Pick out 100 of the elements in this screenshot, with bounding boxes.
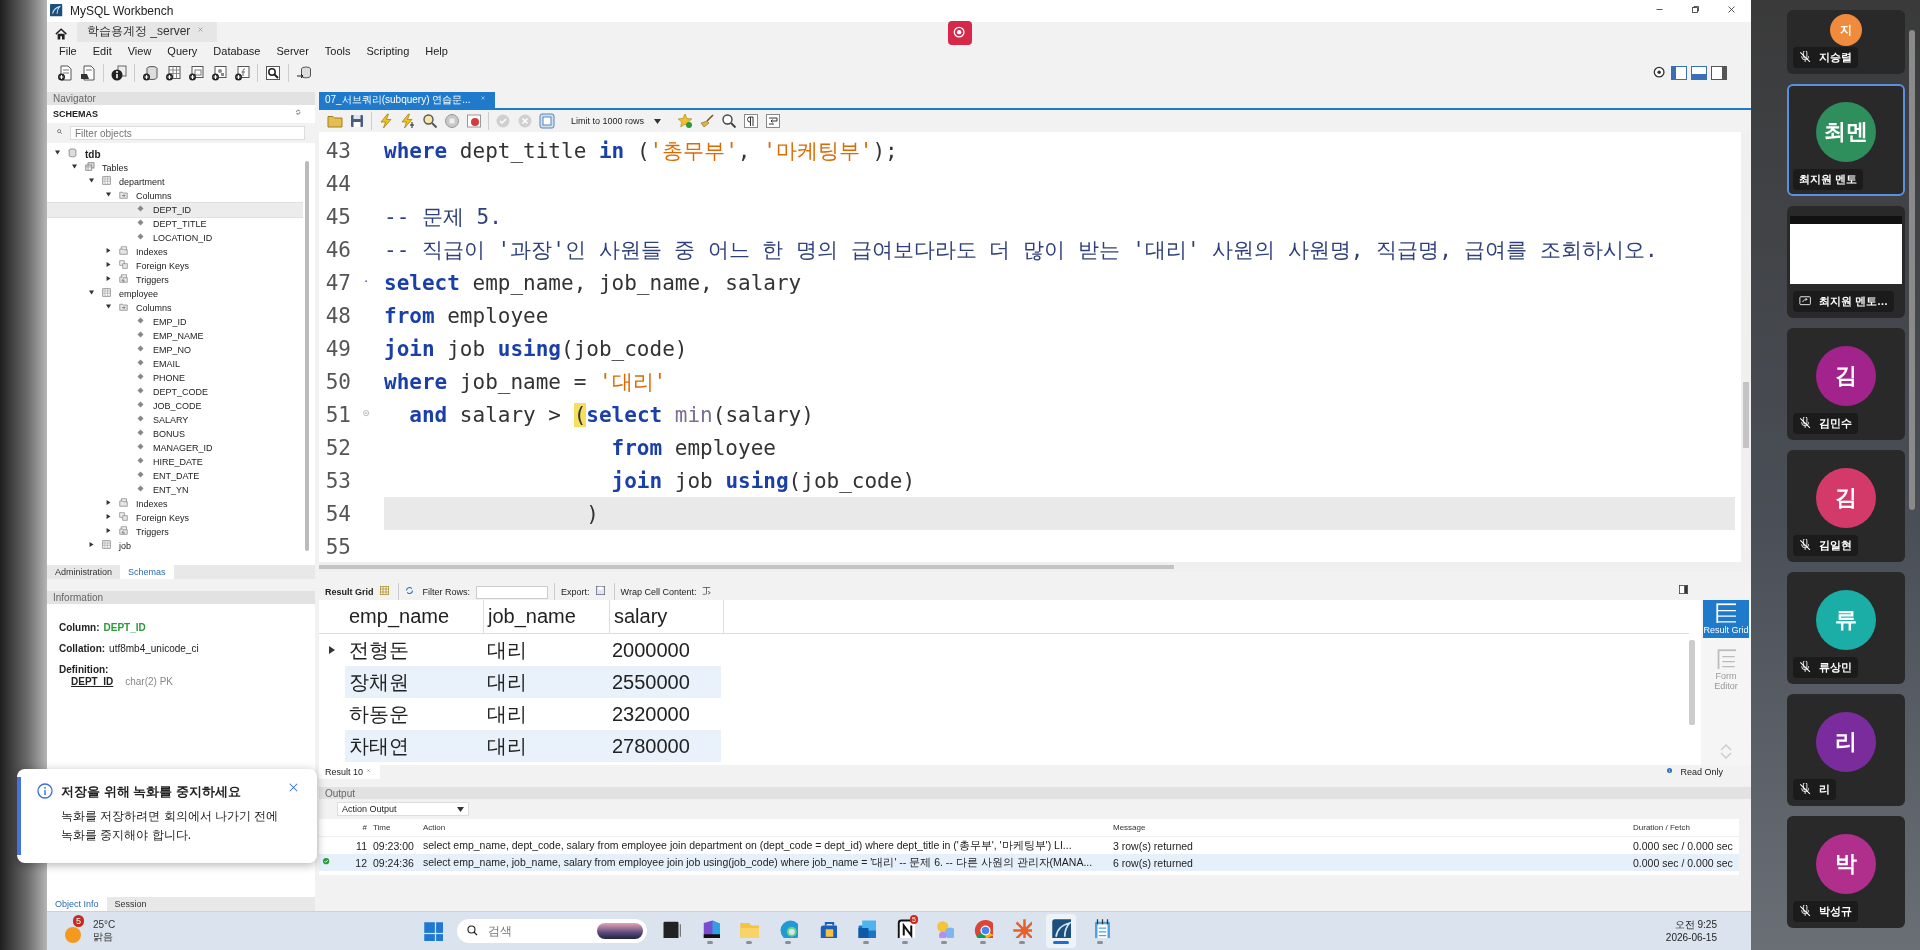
tree-item[interactable]: MANAGER_ID (47, 441, 303, 455)
gear-icon[interactable] (1653, 66, 1667, 80)
filter-rows-field[interactable] (476, 585, 549, 599)
tree-item[interactable]: tdb (47, 147, 303, 161)
tree-item[interactable]: HIRE_DATE (47, 455, 303, 469)
menu-item[interactable]: Scripting (364, 44, 412, 58)
shapes-plus-icon[interactable] (211, 65, 227, 81)
tree-item[interactable]: Tables (47, 161, 303, 175)
scrollbar[interactable] (1909, 30, 1915, 510)
tree-item[interactable]: BONUS (47, 427, 303, 441)
search-field[interactable]: 검색 (486, 923, 590, 939)
panel-tab[interactable]: Session (106, 897, 155, 911)
view-mode-button[interactable]: Result Grid (1703, 600, 1749, 638)
menu-item[interactable]: Tools (322, 44, 353, 58)
menu-item[interactable]: Help (423, 44, 450, 58)
pilcrow-icon[interactable] (743, 113, 760, 129)
tree-item[interactable]: SALARY (47, 413, 303, 427)
lightning-cursor-icon[interactable] (400, 113, 416, 129)
broom-icon[interactable] (699, 113, 716, 129)
tree-item[interactable]: JOB_CODE (47, 399, 303, 413)
grid-icon[interactable] (379, 586, 392, 598)
tree-item[interactable]: DEPT_TITLE (47, 217, 303, 231)
tree-item[interactable]: Triggers (47, 525, 303, 539)
output-row[interactable]: 12 09:24:36 select emp_name, job_name, salary from employee join job using(job_code) where job_name = '대리' -- 문제 6. -- 다른 사원의 관리자(MANA... 6 row(s) returned 0.000 sec / 0.000 sec (319, 854, 1739, 871)
tree-item[interactable]: ENT_DATE (47, 469, 303, 483)
tree-item[interactable]: department (47, 175, 303, 189)
search-bar[interactable]: 검색 (457, 919, 647, 943)
menu-item[interactable]: View (125, 44, 154, 58)
scrollbar[interactable] (1689, 640, 1695, 725)
info-icon[interactable] (111, 65, 127, 81)
tree-item[interactable]: employee (47, 287, 303, 301)
function-plus-icon[interactable] (234, 65, 250, 81)
output-row[interactable]: 11 09:23:00 select emp_name, dept_code, salary from employee join department on (dept_code = dept_id) where dept_title in ('총무부', '마케팅부') LI... 3 row(s) returned 0.000 sec / 0.000 sec (319, 837, 1739, 854)
participant-tile[interactable]: 김 김일현 (1787, 450, 1905, 562)
home-icon[interactable] (55, 28, 69, 42)
check-circle-icon[interactable] (495, 113, 511, 129)
menu-item[interactable]: File (57, 44, 79, 58)
panel-tab[interactable]: Administration (47, 565, 121, 579)
tree-item[interactable]: Triggers (47, 273, 303, 287)
tree-item[interactable]: Foreign Keys (47, 511, 303, 525)
right-panel-toggle-icon[interactable] (1711, 66, 1727, 80)
clock-date[interactable]: 2026-06-15 (1665, 931, 1717, 944)
database-plus-icon[interactable] (142, 65, 158, 81)
tree-item[interactable]: EMAIL (47, 357, 303, 371)
sidebar-toggle-icon[interactable] (1671, 66, 1687, 80)
lightning-icon[interactable] (378, 113, 394, 129)
menu-item[interactable]: Edit (90, 44, 114, 58)
search-icon[interactable] (265, 65, 281, 81)
participant-tile[interactable]: 최멘 최지원 멘토 (1787, 84, 1905, 196)
tree-item[interactable]: Columns (47, 189, 303, 203)
folder-icon[interactable] (327, 113, 343, 129)
bottom-panel-toggle-icon[interactable] (1691, 66, 1707, 80)
participant-tile[interactable]: 지 지승렬 (1787, 10, 1905, 74)
star-plus-icon[interactable] (677, 113, 694, 129)
menu-item[interactable]: Query (165, 44, 200, 58)
tree-item[interactable]: job (47, 539, 303, 553)
save-icon[interactable] (349, 113, 365, 129)
document-plus-icon[interactable] (57, 65, 73, 81)
column-header[interactable]: salary (610, 600, 724, 633)
tree-item[interactable]: EMP_NO (47, 343, 303, 357)
clock-time[interactable]: 오전 9:25 (1674, 918, 1717, 931)
tree-item[interactable]: DEPT_ID (47, 203, 303, 217)
magnifier-icon[interactable] (422, 113, 438, 129)
grid-toggle-icon[interactable] (539, 113, 555, 129)
limit-dropdown[interactable]: Limit to 1000 rows (567, 114, 666, 128)
notebook-icon[interactable] (895, 918, 915, 938)
dolphin-app-icon[interactable] (1051, 918, 1071, 938)
column-header[interactable]: job_name (484, 600, 610, 633)
window-plus-icon[interactable] (188, 65, 204, 81)
database-arrows-icon[interactable] (296, 65, 312, 81)
panel-tab[interactable]: Object Info (47, 897, 107, 911)
result-tab[interactable]: Result 10 (319, 765, 381, 779)
participant-tile[interactable]: 김 김민수 (1787, 328, 1905, 440)
filter-field[interactable]: Filter objects (70, 126, 305, 140)
column-header[interactable]: emp_name (345, 600, 484, 633)
connection-tab[interactable]: 학습용계정 _server (77, 21, 218, 42)
tree-item[interactable]: Columns (47, 301, 303, 315)
tree-item[interactable]: EMP_ID (47, 315, 303, 329)
record-button[interactable] (948, 21, 972, 45)
tree-item[interactable]: Foreign Keys (47, 259, 303, 273)
scrollbar[interactable] (305, 161, 309, 551)
starburst-icon[interactable] (1012, 918, 1032, 938)
search-icon[interactable] (721, 113, 738, 129)
wrap-lines-icon[interactable] (765, 113, 782, 129)
menu-item[interactable]: Database (211, 44, 263, 58)
panel-tab[interactable]: Schemas (120, 565, 174, 579)
output-mode-dropdown[interactable]: Action Output (337, 802, 469, 816)
windows-start-icon[interactable] (423, 921, 443, 941)
tree-item[interactable]: EMP_NAME (47, 329, 303, 343)
participant-tile[interactable]: 박 박성규 (1787, 816, 1905, 928)
tree-item[interactable]: LOCATION_ID (47, 231, 303, 245)
screen-share-tile[interactable]: 최지원 멘토… (1787, 206, 1905, 318)
side-panel-icon[interactable] (1679, 585, 1691, 597)
table-plus-icon[interactable] (165, 65, 181, 81)
tree-item[interactable]: ENT_YN (47, 483, 303, 497)
export-icon[interactable] (595, 586, 608, 598)
participant-tile[interactable]: 류 류상민 (1787, 572, 1905, 684)
open-document-icon[interactable] (80, 65, 96, 81)
tree-item[interactable]: DEPT_CODE (47, 385, 303, 399)
participant-tile[interactable]: 리 리 (1787, 694, 1905, 806)
